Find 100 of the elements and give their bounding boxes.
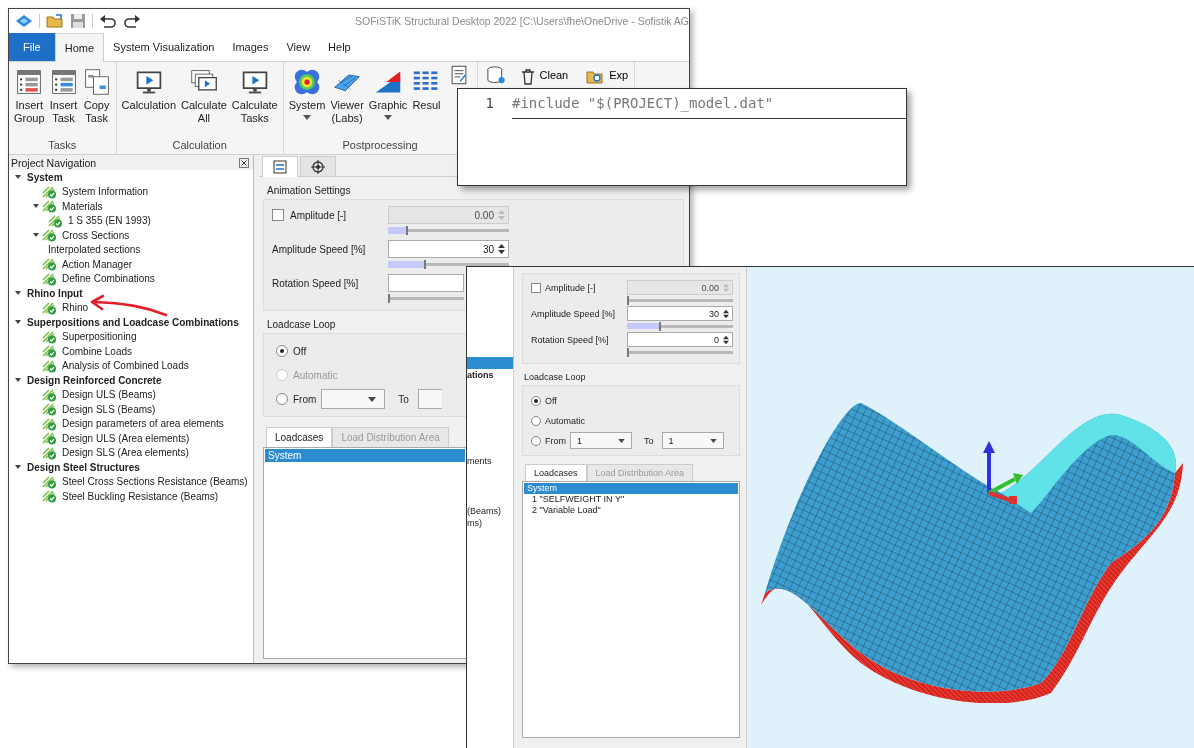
tree-item[interactable]: System — [27, 171, 63, 183]
ribbon-tab[interactable]: Images — [223, 33, 278, 61]
ribbon-button[interactable]: Resul — [411, 62, 442, 112]
list-item[interactable]: 1 "SELFWEIGHT IN Y" — [524, 494, 738, 505]
spin-field[interactable]: 0 — [627, 332, 733, 347]
dropdown[interactable]: 1 — [661, 432, 724, 449]
ribbon-tab[interactable]: File — [9, 33, 55, 61]
slider-fill — [627, 323, 659, 329]
slider-thumb[interactable] — [658, 322, 661, 331]
slider-track[interactable] — [627, 349, 733, 355]
ribbon-group-label: Postprocessing — [342, 139, 418, 153]
spin-field[interactable]: 30 — [388, 240, 509, 258]
3d-viewport[interactable] — [747, 267, 1194, 748]
slider-thumb[interactable] — [424, 260, 427, 269]
tree-item[interactable]: Rhino Input — [27, 287, 83, 299]
tree-item[interactable]: 1 S 355 (EN 1993) — [68, 215, 151, 227]
logo-icon[interactable] — [15, 14, 33, 28]
sliders-icon — [273, 160, 287, 174]
tree-item[interactable]: Superpositions and Loadcase Combinations — [27, 316, 239, 328]
list-item[interactable]: 2 "Variable Load" — [524, 505, 738, 516]
slider-track[interactable] — [388, 295, 464, 302]
ribbon-button[interactable]: Exp — [584, 67, 631, 87]
radio-button[interactable] — [531, 435, 541, 446]
tree-item[interactable]: Superpositioning — [62, 331, 137, 343]
tree-item[interactable]: Steel Buckling Resistance (Beams) — [62, 490, 219, 502]
tree-item[interactable]: Cross Sections — [62, 229, 130, 241]
ribbon-tab[interactable]: Help — [319, 33, 360, 61]
redo-icon[interactable] — [123, 13, 141, 29]
tree-item[interactable]: Design SLS (Beams) — [62, 403, 156, 415]
radio-button[interactable] — [276, 345, 288, 357]
slider-track[interactable] — [627, 323, 733, 329]
tree-item[interactable]: Analysis of Combined Loads — [62, 360, 189, 372]
tree-item[interactable]: Define Combinations — [62, 273, 155, 285]
list-tab[interactable]: Loadcases — [266, 427, 333, 447]
caret-icon — [368, 396, 377, 402]
ribbon-button[interactable]: Calculate All — [180, 62, 228, 125]
tree-item[interactable]: Interpolated sections — [48, 244, 141, 256]
tree-item[interactable]: ations — [467, 370, 494, 381]
ribbon-group-label: Calculation — [172, 139, 227, 153]
ribbon-button[interactable]: Insert Group — [13, 62, 46, 125]
list-item[interactable]: System — [265, 449, 465, 462]
ribbon-button[interactable]: Calculate Tasks — [230, 62, 279, 125]
tree-item[interactable]: Design SLS (Area elements) — [62, 447, 189, 459]
check-badge-icon — [42, 199, 57, 214]
folder-icon[interactable] — [46, 13, 64, 29]
undo-icon[interactable] — [99, 13, 117, 29]
spin-field[interactable] — [388, 274, 464, 292]
check-badge-icon — [42, 416, 57, 431]
tree-item[interactable]: Design ULS (Area elements) — [62, 432, 190, 444]
ribbon-group-label: Tasks — [48, 139, 77, 153]
selected-row[interactable] — [467, 357, 513, 370]
radio-button[interactable] — [531, 395, 541, 406]
close-icon[interactable] — [239, 158, 249, 168]
tree-item[interactable]: Design Steel Structures — [27, 461, 140, 473]
ribbon-tab[interactable]: System Visualization — [104, 33, 224, 61]
tree-item[interactable]: ms) — [467, 517, 482, 528]
tree-item[interactable]: Design parameters of area elements — [62, 418, 224, 430]
slider-track[interactable] — [388, 227, 509, 234]
tree-item[interactable]: Design Reinforced Concrete — [27, 374, 162, 386]
dropdown[interactable] — [321, 389, 386, 409]
section-title: Loadcase Loop — [524, 372, 586, 382]
field-label: Amplitude [-] — [290, 209, 347, 221]
spin-arrows-icon[interactable] — [722, 307, 730, 320]
radio-button[interactable] — [531, 415, 541, 426]
dropdown[interactable]: 1 — [570, 432, 632, 449]
tree-item[interactable]: Combine Loads — [62, 345, 133, 357]
spin-arrows-icon[interactable] — [722, 333, 730, 346]
caret-icon — [618, 438, 625, 443]
save-icon[interactable] — [70, 13, 86, 29]
panel-tab[interactable] — [300, 156, 336, 176]
ribbon-button[interactable]: Calculation — [120, 62, 177, 112]
list-item[interactable]: System — [524, 483, 738, 494]
tree-item[interactable]: Materials — [62, 200, 103, 212]
tree-item[interactable]: Steel Cross Sections Resistance (Beams) — [62, 476, 248, 488]
ribbon-button[interactable]: Viewer (Labs) — [329, 62, 365, 125]
ribbon-button[interactable]: System — [287, 62, 327, 120]
list-tab[interactable]: Loadcases — [525, 464, 587, 481]
tree-item[interactable]: System Information — [62, 186, 149, 198]
tree-item[interactable]: ments — [467, 456, 492, 467]
tree-item[interactable]: (Beams) — [467, 505, 501, 516]
ribbon-button[interactable]: Clean — [518, 67, 571, 87]
tree-item[interactable]: Design ULS (Beams) — [62, 389, 156, 401]
ribbon-tab[interactable]: View — [277, 33, 320, 61]
ribbon-button[interactable]: Insert Task — [48, 62, 79, 125]
window-title: SOFiSTiK Structural Desktop 2022 [C:\Users\fhe\OneDrive - Sofistik AG — [355, 15, 689, 27]
spin-field[interactable]: 30 — [627, 306, 733, 321]
tree-item[interactable]: Action Manager — [62, 258, 133, 270]
spin-arrows-icon[interactable] — [497, 242, 506, 256]
check-badge-icon — [42, 300, 57, 315]
dropdown[interactable] — [417, 389, 442, 409]
ribbon-button[interactable]: Copy Task — [81, 62, 112, 125]
tree-item[interactable]: Rhino — [62, 302, 89, 314]
check-badge-icon — [42, 271, 57, 286]
ribbon-button[interactable]: Graphic — [367, 62, 409, 120]
target-icon — [311, 159, 325, 174]
slider-track[interactable] — [627, 297, 733, 303]
ribbon-tab[interactable]: Home — [54, 33, 105, 62]
field-label: To — [644, 435, 654, 446]
radio-button[interactable] — [276, 393, 288, 405]
check-badge-icon — [42, 228, 57, 243]
